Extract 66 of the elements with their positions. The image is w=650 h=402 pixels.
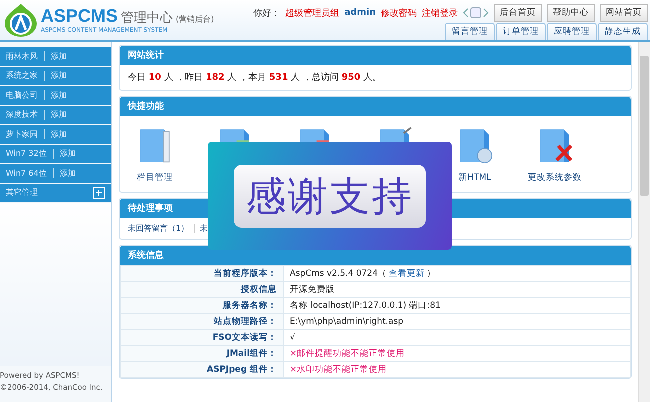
nav-tab[interactable]: 静态生成 [598, 23, 648, 40]
logo-title: 管理中心 [121, 10, 174, 27]
top-button[interactable]: 网站首页 [600, 4, 648, 22]
sidebar-label[interactable]: 系统之家 [6, 70, 38, 82]
sidebar-item[interactable]: 电脑公司 添加 [0, 86, 111, 104]
logo-icon [4, 3, 38, 37]
info-value: 名称 localhost(IP:127.0.0.1) 端口:81 [284, 298, 630, 314]
add-link[interactable]: 添加 [51, 50, 67, 62]
nav-tab[interactable]: 应聘管理 [547, 23, 597, 40]
add-link[interactable]: 添加 [51, 90, 67, 101]
logo-name: ASPCMS [41, 6, 118, 27]
arrows-icon[interactable] [463, 7, 489, 19]
sidebar-item[interactable]: 雨林木风 添加 [0, 47, 111, 66]
sidebar-label[interactable]: 其它管理 [6, 187, 38, 198]
info-value: ×邮件提醒功能不能正常使用 [284, 346, 630, 362]
sidebar-label[interactable]: 萝卜家园 [6, 128, 38, 140]
stats-text: 今日 10 人 ，昨日 182 人 ，本月 531 人 ，总访问 950 人。 [128, 73, 382, 83]
panel-title: 快捷功能 [120, 97, 631, 116]
info-value: 开源免费版 [284, 282, 630, 298]
add-link[interactable]: 添加 [51, 70, 67, 82]
info-label: 站点物理路径： [120, 314, 284, 330]
nav-tab[interactable]: 订单管理 [496, 23, 546, 40]
pending-link[interactable]: 未回答留言（1） [128, 223, 190, 234]
top-button[interactable]: 帮助中心 [547, 4, 595, 22]
sidebar-item[interactable]: 系统之家 添加 [0, 66, 111, 85]
info-label: 授权信息 [120, 282, 284, 298]
logo-suffix: (营销后台) [176, 14, 214, 25]
info-value: √ [284, 330, 630, 346]
info-label: FSO文本读写： [120, 330, 284, 346]
plus-icon[interactable] [93, 186, 105, 199]
pending-link[interactable]: 未 [200, 223, 208, 234]
info-label: JMail组件： [120, 346, 284, 362]
add-link[interactable]: 添加 [60, 168, 76, 179]
panel-title: 网站统计 [120, 46, 631, 65]
user-role: 超级管理员组 [286, 8, 340, 20]
add-link[interactable]: 添加 [51, 128, 67, 140]
update-link[interactable]: 查看更新 [388, 268, 425, 278]
sidebar-item[interactable]: 萝卜家园 添加 [0, 125, 111, 144]
info-label: ASPJpeg 组件： [120, 362, 284, 378]
shortcut-label[interactable]: 栏目管理 [137, 172, 173, 184]
shortcut-label[interactable]: 新HTML [458, 172, 492, 184]
sidebar-label[interactable]: 深度技术 [6, 109, 38, 120]
header-link[interactable]: 修改密码 [381, 6, 417, 20]
sidebar-label[interactable]: 雨林木风 [6, 50, 38, 62]
info-value: ×水印功能不能正常使用 [284, 362, 630, 378]
shortcut-label[interactable]: 更改系统参数 [528, 172, 582, 184]
nav-tab[interactable]: 留言管理 [445, 23, 495, 40]
add-link[interactable]: 添加 [60, 148, 76, 160]
info-value: AspCms v2.5.4 0724（ 查看更新 ） [284, 266, 630, 282]
sidebar-item[interactable]: Win7 64位 添加 [0, 164, 111, 182]
username: admin [344, 8, 376, 18]
greeting-text: 你好： [254, 8, 281, 20]
panel-title: 系统信息 [120, 246, 631, 265]
info-label: 当前程序版本： [120, 266, 284, 282]
header-link[interactable]: 注销登录 [422, 6, 458, 20]
info-value: E:\ym\php\admin\right.asp [284, 314, 630, 330]
sidebar-label[interactable]: Win7 32位 [6, 148, 47, 160]
sidebar-item[interactable]: Win7 32位 添加 [0, 144, 111, 163]
sidebar-item[interactable]: 深度技术 添加 [0, 106, 111, 124]
sidebar-label[interactable]: Win7 64位 [6, 168, 47, 179]
sidebar-label[interactable]: 电脑公司 [6, 90, 38, 101]
sidebar-group[interactable]: 其它管理 [0, 184, 111, 202]
scrollbar[interactable] [638, 42, 650, 402]
add-link[interactable]: 添加 [51, 109, 67, 120]
top-button[interactable]: 后台首页 [494, 4, 542, 22]
info-label: 服务器名称： [120, 298, 284, 314]
